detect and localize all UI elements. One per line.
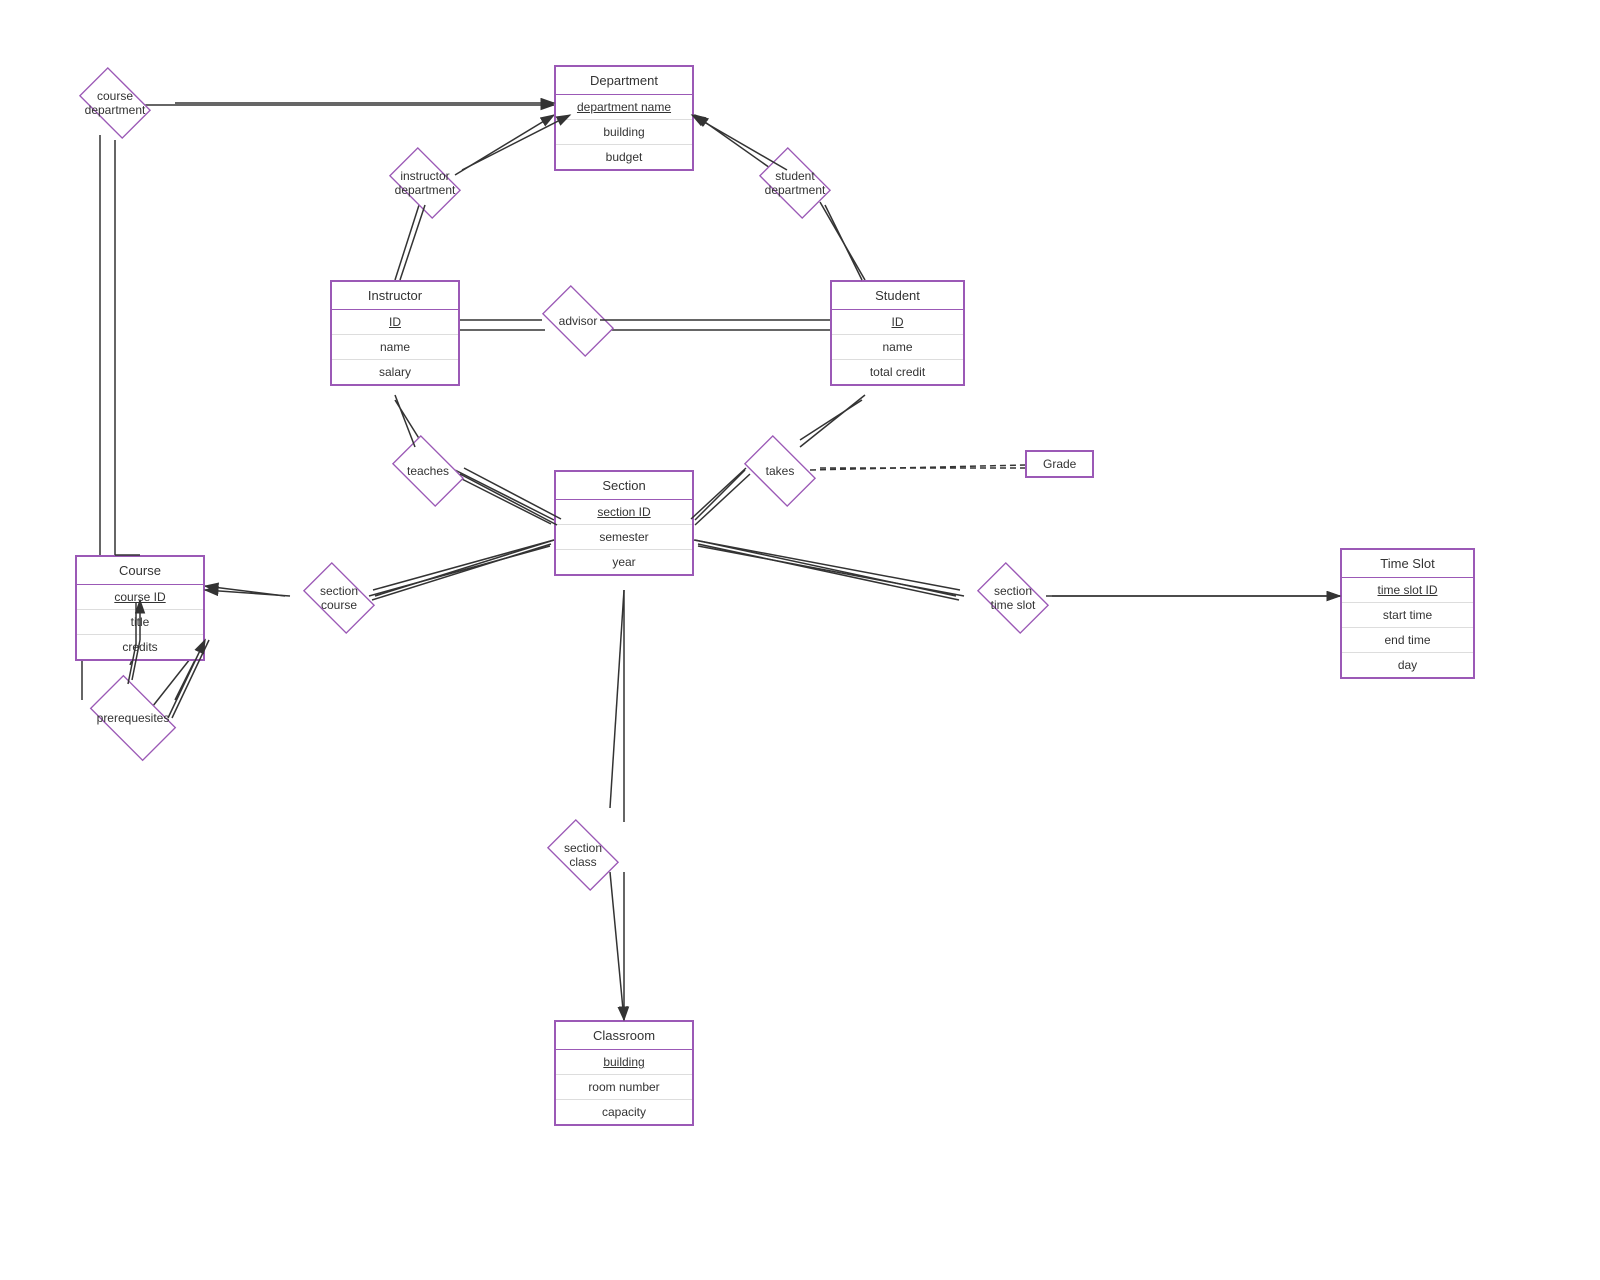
timeslot-title: Time Slot <box>1342 550 1473 578</box>
section-timeslot-diamond: sectiontime slot <box>958 563 1068 633</box>
student-attr-credit: total credit <box>832 360 963 384</box>
course-attr-title: title <box>77 610 203 635</box>
section-entity: Section section ID semester year <box>554 470 694 576</box>
student-title: Student <box>832 282 963 310</box>
course-title: Course <box>77 557 203 585</box>
classroom-attr-cap: capacity <box>556 1100 692 1124</box>
er-diagram: Department department name building budg… <box>0 0 1600 1280</box>
dept-attr-name: department name <box>556 95 692 120</box>
student-dept-diamond: studentdepartment <box>740 148 850 218</box>
instructor-attr-salary: salary <box>332 360 458 384</box>
section-class-diamond: sectionclass <box>528 820 638 890</box>
timeslot-entity: Time Slot time slot ID start time end ti… <box>1340 548 1475 679</box>
timeslot-attr-id: time slot ID <box>1342 578 1473 603</box>
course-dept-diamond: coursedepartment <box>60 68 170 138</box>
classroom-attr-room: room number <box>556 1075 692 1100</box>
course-attr-id: course ID <box>77 585 203 610</box>
teaches-diamond: teaches <box>378 438 478 503</box>
instructor-entity: Instructor ID name salary <box>330 280 460 386</box>
course-entity: Course course ID title credits <box>75 555 205 661</box>
section-course-diamond: sectioncourse <box>284 563 394 633</box>
student-entity: Student ID name total credit <box>830 280 965 386</box>
dept-attr-budget: budget <box>556 145 692 169</box>
advisor-diamond: advisor <box>528 288 628 353</box>
grade-entity: Grade <box>1025 450 1094 478</box>
department-entity: Department department name building budg… <box>554 65 694 171</box>
section-attr-semester: semester <box>556 525 692 550</box>
instructor-title: Instructor <box>332 282 458 310</box>
instructor-dept-diamond: instructordepartment <box>370 148 480 218</box>
timeslot-attr-start: start time <box>1342 603 1473 628</box>
dept-attr-building: building <box>556 120 692 145</box>
student-attr-id: ID <box>832 310 963 335</box>
classroom-title: Classroom <box>556 1022 692 1050</box>
prereqs-diamond: prerequesites <box>68 680 198 755</box>
instructor-attr-name: name <box>332 335 458 360</box>
section-attr-id: section ID <box>556 500 692 525</box>
course-attr-credits: credits <box>77 635 203 659</box>
classroom-attr-building: building <box>556 1050 692 1075</box>
section-title: Section <box>556 472 692 500</box>
instructor-attr-id: ID <box>332 310 458 335</box>
student-attr-name: name <box>832 335 963 360</box>
section-attr-year: year <box>556 550 692 574</box>
timeslot-attr-day: day <box>1342 653 1473 677</box>
classroom-entity: Classroom building room number capacity <box>554 1020 694 1126</box>
takes-diamond: takes <box>730 438 830 503</box>
department-title: Department <box>556 67 692 95</box>
timeslot-attr-end: end time <box>1342 628 1473 653</box>
